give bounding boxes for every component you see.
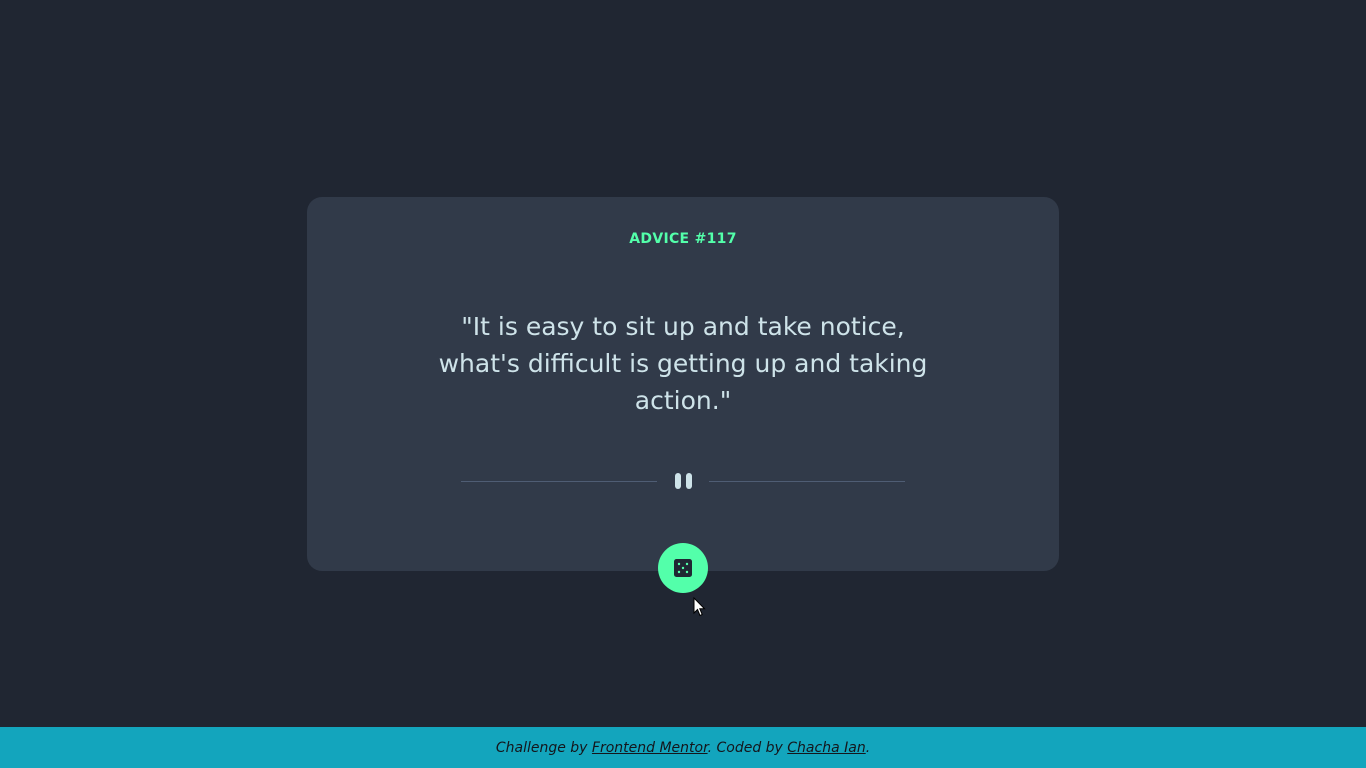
divider-line-left: [461, 481, 657, 482]
dice-icon: [674, 559, 692, 577]
pause-icon: [672, 473, 694, 490]
advice-card: ADVICE #117 "It is easy to sit up and ta…: [307, 197, 1059, 571]
attribution-prefix: Challenge by: [495, 740, 592, 756]
page: ADVICE #117 "It is easy to sit up and ta…: [0, 0, 1366, 768]
divider-line-right: [709, 481, 905, 482]
attribution-suffix: .: [865, 740, 871, 756]
author-link[interactable]: Chacha Ian: [787, 740, 865, 756]
pattern-divider: [461, 472, 905, 492]
frontend-mentor-link[interactable]: Frontend Mentor: [592, 740, 708, 756]
advice-number: ADVICE #117: [629, 231, 737, 247]
attribution-middle: . Coded by: [707, 740, 788, 756]
mouse-cursor-icon: [693, 597, 706, 617]
attribution-footer: Challenge by Frontend Mentor. Coded by C…: [0, 727, 1366, 768]
generate-advice-button[interactable]: [658, 543, 708, 593]
advice-quote: "It is easy to sit up and take notice, w…: [438, 312, 928, 415]
